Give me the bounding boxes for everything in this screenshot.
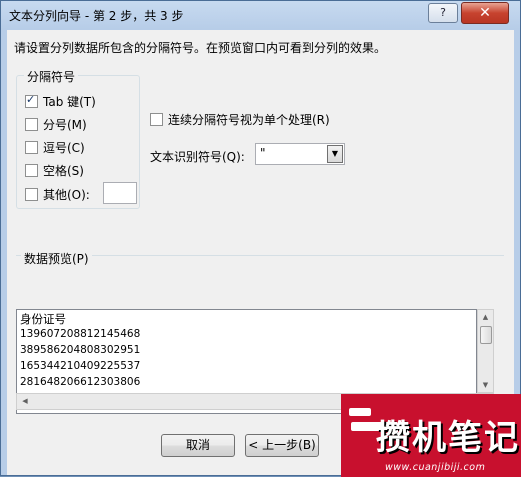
scroll-left-icon[interactable]: ◀: [17, 394, 33, 409]
checkbox-other-label: 其他(O):: [43, 188, 90, 202]
checkbox-icon[interactable]: ✓: [25, 93, 38, 108]
checkbox-comma-label: 逗号(C): [43, 141, 85, 155]
checkbox-tab-label: Tab 键(T): [43, 95, 96, 109]
checkbox-icon[interactable]: [25, 188, 38, 201]
text-qualifier-select[interactable]: " ▼: [255, 143, 345, 165]
preview-vertical-scrollbar[interactable]: ▲ ▼: [477, 309, 494, 393]
text-qualifier-value: ": [260, 146, 266, 160]
preview-line: 165344210409225537: [20, 360, 141, 372]
watermark-title: 攒机笔记: [376, 418, 520, 458]
scroll-down-icon[interactable]: ▼: [478, 378, 493, 392]
preview-group-legend: 数据预览(P): [21, 250, 92, 267]
checkbox-icon[interactable]: [25, 164, 38, 177]
other-delimiter-input[interactable]: [103, 182, 137, 204]
back-button[interactable]: < 上一步(B): [245, 434, 319, 457]
checkbox-icon[interactable]: [25, 118, 38, 131]
checkbox-consecutive-label: 连续分隔符号视为单个处理(R): [168, 113, 330, 127]
preview-line: 281648206612303806: [20, 376, 141, 388]
delimiter-group: 分隔符号 ✓ Tab 键(T) 分号(M) 逗号(C) 空格(S) 其他(O):: [16, 68, 140, 209]
dialog-window: 文本分列向导 - 第 2 步，共 3 步 ? ✕ 请设置分列数据所包含的分隔符号…: [0, 0, 521, 477]
checkbox-icon[interactable]: [25, 141, 38, 154]
scroll-thumb[interactable]: [480, 326, 492, 344]
checkbox-space-label: 空格(S): [43, 164, 84, 178]
checkbox-icon[interactable]: [150, 113, 163, 126]
checkbox-semicolon-label: 分号(M): [43, 118, 87, 132]
watermark-url: www.cuanjibiji.com: [385, 462, 486, 473]
preview-line: 139607208812145468: [20, 328, 141, 340]
help-button[interactable]: ?: [428, 3, 458, 23]
checkmark-icon: ✓: [26, 93, 36, 106]
checkbox-space[interactable]: 空格(S): [25, 163, 84, 179]
preview-line: 389586204808302951: [20, 344, 141, 356]
window-title: 文本分列向导 - 第 2 步，共 3 步: [9, 9, 184, 23]
logo-stripe: [349, 408, 371, 416]
text-qualifier-label: 文本识别符号(Q):: [150, 150, 245, 164]
cancel-button[interactable]: 取消: [161, 434, 235, 457]
scroll-up-icon[interactable]: ▲: [478, 310, 493, 324]
checkbox-comma[interactable]: 逗号(C): [25, 140, 85, 156]
watermark-logo: 攒机笔记 www.cuanjibiji.com: [341, 394, 521, 477]
instruction-text: 请设置分列数据所包含的分隔符号。在预览窗口内可看到分列的效果。: [14, 41, 387, 55]
close-button[interactable]: ✕: [461, 2, 509, 24]
title-bar[interactable]: 文本分列向导 - 第 2 步，共 3 步 ? ✕: [1, 1, 520, 29]
checkbox-other[interactable]: 其他(O):: [25, 187, 90, 203]
delimiter-group-legend: 分隔符号: [24, 68, 79, 85]
preview-line: 身份证号: [20, 312, 66, 326]
checkbox-semicolon[interactable]: 分号(M): [25, 117, 87, 133]
checkbox-tab[interactable]: ✓ Tab 键(T): [25, 93, 96, 110]
chevron-down-icon[interactable]: ▼: [327, 145, 343, 163]
checkbox-consecutive[interactable]: 连续分隔符号视为单个处理(R): [150, 112, 330, 128]
